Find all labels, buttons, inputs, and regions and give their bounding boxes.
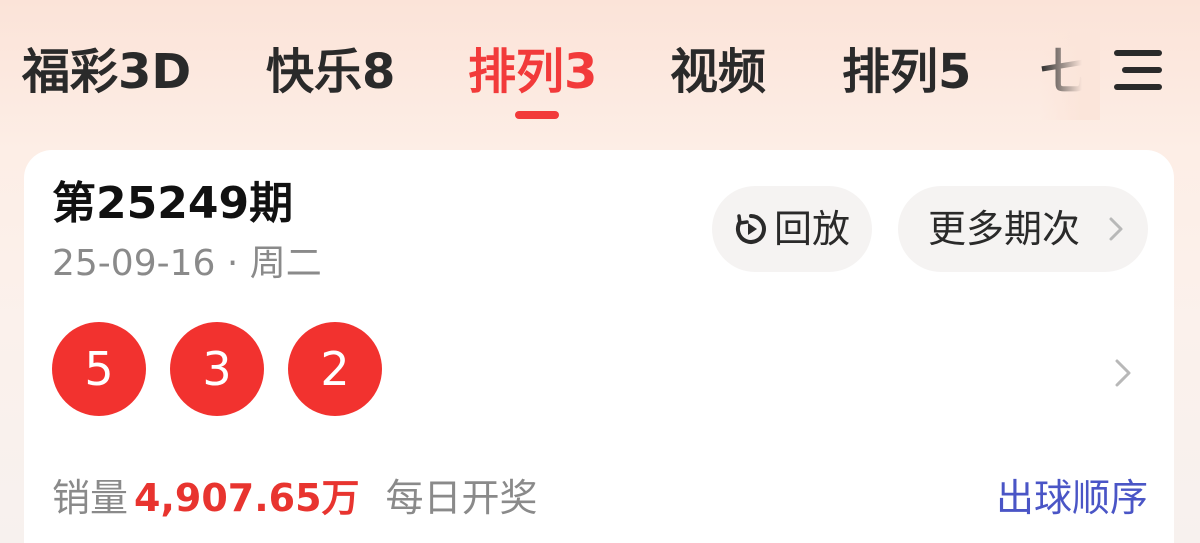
replay-label: 回放	[774, 207, 851, 251]
number-ball: 2	[288, 322, 382, 416]
issue-date: 25-09-16 · 周二	[52, 243, 322, 284]
tab-fucai-3d[interactable]: 福彩3D	[22, 40, 191, 104]
issue-title: 第25249期	[52, 178, 294, 229]
tab-overflow-fade	[1040, 30, 1100, 120]
draw-result-card: 第25249期 25-09-16 · 周二 回放 更多期次 5 3 2 销量 4,…	[24, 150, 1174, 543]
tab-pailie-5[interactable]: 排列5	[842, 40, 971, 104]
more-issues-button[interactable]: 更多期次	[898, 186, 1148, 272]
sales-value: 4,907.65万	[134, 476, 360, 520]
tab-pailie-3[interactable]: 排列3	[468, 40, 597, 104]
draw-frequency: 每日开奖	[385, 476, 538, 520]
menu-icon[interactable]	[1112, 46, 1164, 94]
ball-order-link[interactable]: 出球顺序	[996, 472, 1148, 524]
sales-info: 销量 4,907.65万 每日开奖	[52, 472, 538, 524]
tab-kuaile-8[interactable]: 快乐8	[266, 40, 395, 104]
active-tab-indicator	[515, 111, 559, 119]
replay-icon	[736, 214, 766, 244]
lottery-tab-bar: 福彩3D 快乐8 排列3 视频 排列5 七	[0, 0, 1200, 150]
more-issues-label: 更多期次	[928, 207, 1081, 251]
replay-button[interactable]: 回放	[712, 186, 872, 272]
sales-label: 销量	[52, 476, 129, 520]
number-ball: 3	[170, 322, 264, 416]
draw-detail-chevron-icon[interactable]	[1114, 358, 1132, 388]
chevron-right-icon	[1109, 217, 1123, 241]
tab-video[interactable]: 视频	[670, 40, 766, 104]
number-ball: 5	[52, 322, 146, 416]
